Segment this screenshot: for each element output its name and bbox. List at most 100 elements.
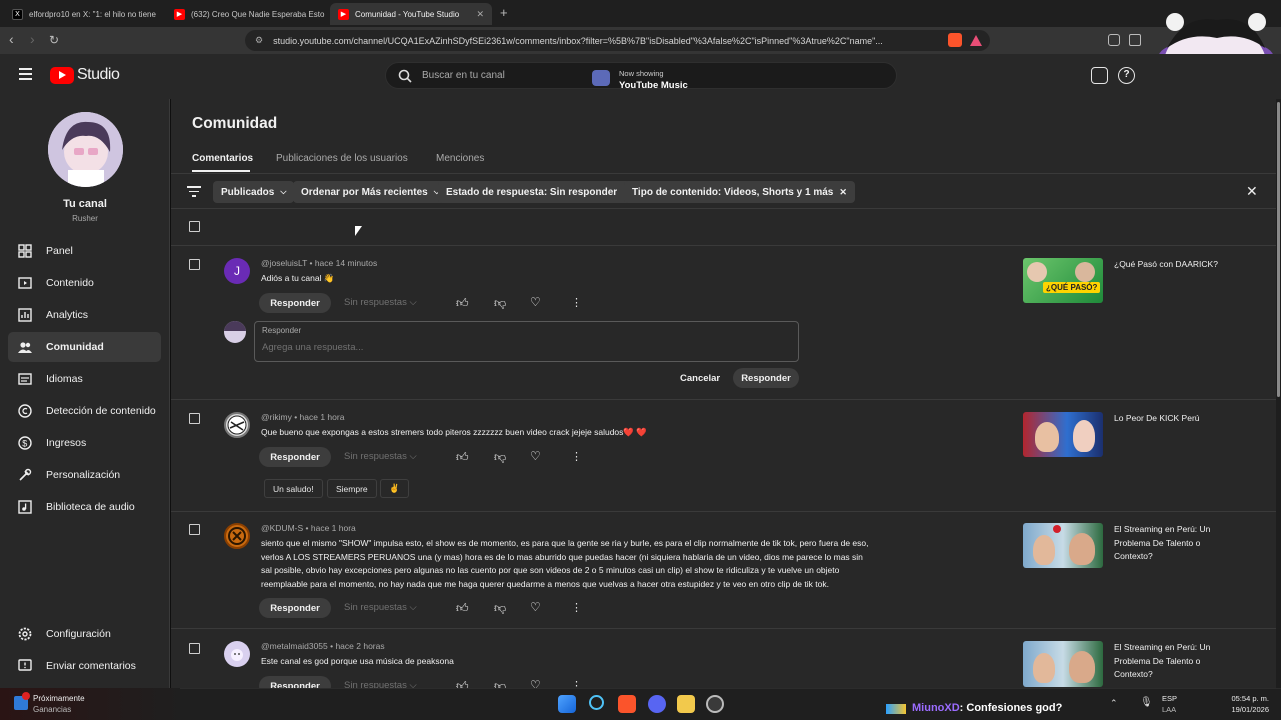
sidebar-item-configuracion[interactable]: Configuración [8,619,161,649]
heart-icon[interactable]: ♡ [530,449,541,463]
tab-comentarios[interactable]: Comentarios [192,153,253,164]
dislike-icon[interactable]: 👎︎ [494,601,506,616]
quick-reply-chip[interactable]: Siempre [327,479,377,498]
site-info-icon[interactable]: ⚙ [255,35,263,46]
like-icon[interactable]: 👍︎ [456,296,469,311]
comment-checkbox[interactable] [189,643,200,654]
clear-filters-icon[interactable]: ✕ [1246,183,1258,200]
messages-icon[interactable] [1091,67,1108,84]
video-title[interactable]: Lo Peor De KICK Perú [1114,412,1224,426]
reply-button[interactable]: Responder [259,447,331,467]
sidebar-item-comunidad[interactable]: Comunidad [8,332,161,362]
sidebar-item-biblioteca-audio[interactable]: Biblioteca de audio [8,492,161,522]
studio-logo[interactable]: Studio [50,66,120,84]
quick-reply-chip[interactable]: Un saludo! [264,479,323,498]
avatar[interactable] [224,641,250,667]
scrollbar-thumb[interactable] [1277,102,1280,397]
filter-chip-estado[interactable]: Estado de respuesta: Sin responder ✕ [438,181,639,203]
brave-rewards-icon[interactable] [970,35,982,46]
discord-icon[interactable] [648,695,666,713]
search-taskbar-icon[interactable] [589,695,604,710]
dislike-icon[interactable]: 👎︎ [494,450,506,465]
brave-shield-icon[interactable] [948,33,962,47]
sidebar-item-ingresos[interactable]: $ Ingresos [8,428,161,458]
windows-start-icon[interactable] [558,695,576,713]
comment-author[interactable]: @rikimy [261,412,292,422]
heart-icon[interactable]: ♡ [530,295,541,309]
video-thumbnail[interactable] [1023,412,1103,457]
tab-publicaciones[interactable]: Publicaciones de los usuarios [276,153,408,164]
help-icon[interactable]: ? [1118,67,1135,84]
comment-checkbox[interactable] [189,259,200,270]
new-tab-icon[interactable]: + [500,5,508,20]
avatar[interactable] [224,523,250,549]
widget-subtitle[interactable]: Ganancias [33,705,71,714]
tab-menciones[interactable]: Menciones [436,153,484,164]
video-title[interactable]: El Streaming en Perú: Un Problema De Tal… [1114,641,1224,682]
clock-date[interactable]: 19/01/2026 [1223,705,1269,714]
comment-time[interactable]: hace 1 hora [300,412,345,422]
reload-icon[interactable]: ↻ [49,33,59,47]
comment-checkbox[interactable] [189,524,200,535]
channel-avatar[interactable] [48,112,123,187]
forward-icon[interactable]: › [30,31,35,47]
comment-time[interactable]: hace 14 minutos [315,258,377,268]
cancel-button[interactable]: Cancelar [680,373,720,384]
obs-icon[interactable] [706,695,724,713]
quick-reply-chip[interactable]: ✌️ [380,479,409,498]
comment-time[interactable]: hace 2 horas [335,641,384,651]
heart-icon[interactable]: ♡ [530,600,541,614]
brave-browser-icon[interactable] [618,695,636,713]
like-icon[interactable]: 👍︎ [456,601,469,616]
submit-reply-button[interactable]: Responder [733,368,799,388]
more-options-icon[interactable]: ⋮ [571,450,582,463]
close-tab-icon[interactable]: ✕ [476,9,484,20]
sidebar-item-analytics[interactable]: Analytics [8,300,161,330]
video-title[interactable]: El Streaming en Perú: Un Problema De Tal… [1114,523,1224,564]
hamburger-menu-icon[interactable] [19,68,32,80]
select-all-checkbox[interactable] [189,221,200,232]
sidebar-item-idiomas[interactable]: Idiomas [8,364,161,394]
comment-author[interactable]: @metalmaid3055 [261,641,328,651]
widget-title[interactable]: Próximamente [33,694,85,703]
video-thumbnail[interactable] [1023,523,1103,568]
microphone-icon[interactable]: 🎙︎ [1140,697,1153,708]
comment-author[interactable]: @joseluisLT [261,258,307,268]
like-icon[interactable]: 👍︎ [456,450,469,465]
sidebar-toggle-icon[interactable] [1129,34,1141,46]
video-thumbnail[interactable]: ¿QUÉ PASÓ? [1023,258,1103,303]
more-options-icon[interactable]: ⋮ [571,601,582,614]
extensions-icon[interactable] [1108,34,1120,46]
reply-button[interactable]: Responder [259,293,331,313]
reply-input[interactable]: Responder Agrega una respuesta... [254,321,799,362]
dislike-icon[interactable]: 👎︎ [494,296,506,311]
input-language[interactable]: ESP [1162,694,1177,703]
avatar[interactable]: J [224,258,250,284]
sidebar-item-contenido[interactable]: Contenido [8,268,161,298]
no-replies-dropdown[interactable]: Sin respuestas ⌵ [344,451,417,462]
more-options-icon[interactable]: ⋮ [571,296,582,309]
input-language-sub[interactable]: LAA [1162,705,1176,714]
comment-time[interactable]: hace 1 hora [311,523,356,533]
no-replies-dropdown[interactable]: Sin respuestas ⌵ [344,602,417,613]
browser-tab-youtube[interactable]: ▶ (632) Creo Que Nadie Esperaba Esto [166,3,326,25]
comment-author[interactable]: @KDUM-S [261,523,303,533]
browser-tab-x[interactable]: X elfordpro10 en X: "1: el hilo no tiene [4,3,164,25]
filter-chip-ordenar[interactable]: Ordenar por Más recientes ⌵ [293,181,448,203]
remove-filter-icon[interactable]: ✕ [839,187,847,198]
tray-overflow-icon[interactable]: ⌃ [1110,698,1118,709]
back-icon[interactable]: ‹ [9,31,14,47]
filter-icon[interactable] [187,186,201,197]
filter-chip-tipo[interactable]: Tipo de contenido: Videos, Shorts y 1 má… [624,181,855,203]
video-title[interactable]: ¿Qué Pasó con DAARICK? [1114,258,1224,272]
avatar[interactable] [224,412,250,438]
comment-checkbox[interactable] [189,413,200,424]
no-replies-dropdown[interactable]: Sin respuestas ⌵ [344,297,417,308]
sidebar-item-panel[interactable]: Panel [8,236,161,266]
browser-tab-studio[interactable]: ▶ Comunidad - YouTube Studio ✕ [330,3,492,25]
url-field[interactable]: ⚙ studio.youtube.com/channel/UCQA1ExAZin… [245,30,990,51]
reply-button[interactable]: Responder [259,598,331,618]
sidebar-item-personalizacion[interactable]: Personalización [8,460,161,490]
sidebar-item-enviar-comentarios[interactable]: Enviar comentarios [8,651,161,681]
video-thumbnail[interactable] [1023,641,1103,687]
